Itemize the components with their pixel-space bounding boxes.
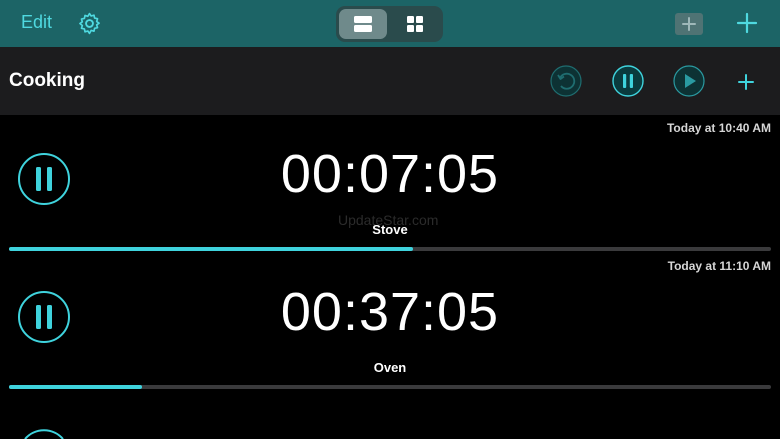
grid-view-button[interactable] bbox=[391, 9, 439, 39]
progress-fill bbox=[9, 385, 143, 389]
timer-row[interactable]: Today at 10:40 AM 00:07:05 Stove bbox=[0, 115, 780, 253]
add-group-icon[interactable] bbox=[675, 13, 703, 35]
list-view-icon bbox=[354, 16, 372, 32]
progress-track bbox=[9, 247, 771, 251]
add-timer-icon[interactable] bbox=[732, 68, 760, 96]
gear-icon[interactable] bbox=[77, 11, 102, 36]
list-view-button[interactable] bbox=[339, 9, 387, 39]
grid-view-icon bbox=[407, 16, 423, 32]
watermark: UpdateStar.com bbox=[338, 212, 439, 228]
timer-time: 00:07:05 bbox=[280, 144, 500, 204]
reset-icon[interactable] bbox=[550, 65, 582, 97]
timer-row-partial[interactable] bbox=[0, 395, 780, 439]
play-all-icon[interactable] bbox=[673, 65, 705, 97]
timer-time: 00:37:05 bbox=[280, 282, 500, 342]
view-mode-segmented-control bbox=[336, 6, 443, 42]
plus-icon bbox=[682, 17, 696, 31]
pause-all-icon[interactable] bbox=[612, 65, 644, 97]
timer-date: Today at 11:10 AM bbox=[667, 259, 771, 273]
add-button-plus-icon[interactable] bbox=[736, 12, 758, 34]
timer-row[interactable]: Today at 11:10 AM 00:37:05 Oven bbox=[0, 253, 780, 391]
timer-date: Today at 10:40 AM bbox=[666, 121, 771, 135]
group-title: Cooking bbox=[9, 70, 85, 91]
edit-button[interactable]: Edit bbox=[21, 12, 52, 33]
top-toolbar: Edit bbox=[0, 0, 780, 47]
progress-fill bbox=[9, 247, 413, 251]
timer-name: Oven bbox=[373, 360, 407, 375]
progress-track bbox=[9, 385, 771, 389]
pause-icon[interactable] bbox=[17, 427, 71, 439]
group-header: Cooking bbox=[0, 47, 780, 115]
